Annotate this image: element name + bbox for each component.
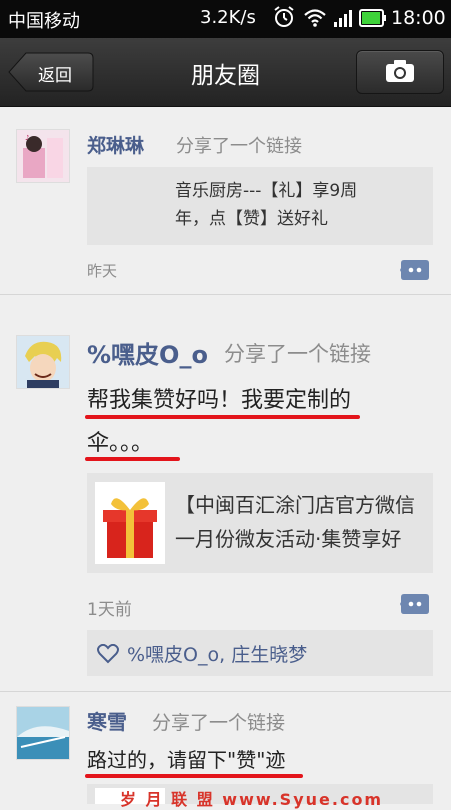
link-card[interactable]: 【中闽百汇涂门店官方微信 一月份微友活动·集赞享好 [87,473,433,573]
post-author[interactable]: 郑琳琳 [87,131,144,158]
link-title-line-2: 年，点【赞】送好礼 [175,209,328,229]
alarm-icon [274,6,294,27]
post-text-line-2: 伞。。。 [87,431,154,456]
camera-button[interactable] [356,50,444,94]
post-action: 分享了一个链接 [152,712,286,734]
heart-icon [97,644,119,664]
comment-icon[interactable] [400,593,430,615]
post-action: 分享了一个链接 [224,342,371,366]
carrier-label: 中国移动 [8,11,80,32]
watermark: 岁 月 联 盟 www.Syue.com [120,790,384,809]
avatar[interactable] [16,706,70,760]
link-title-line-1: 【中闽百汇涂门店官方微信 [175,493,415,517]
link-title-line-2: 一月份微友活动·集赞享好 [175,527,402,551]
nav-bar: 返回 朋友圈 [0,38,451,107]
likes-names[interactable]: %嘿皮O_o, 庄生晓梦 [127,640,307,667]
post-author[interactable]: %嘿皮O_o [87,335,208,370]
gift-thumbnail [95,482,165,564]
highlight-underline [85,415,360,419]
highlight-underline [85,457,180,461]
feed-post: %嘿皮O_o 分享了一个链接 帮我集赞好吗！我要定制的 伞。。。 【中闽百汇涂门… [0,295,451,690]
avatar[interactable] [16,335,70,389]
svg-text:♪: ♪ [25,134,29,142]
link-card[interactable]: 音乐厨房---【礼】享9周 年，点【赞】送好礼 [87,167,433,245]
post-text-line-1: 帮我集赞好吗！我要定制的 [87,388,352,413]
post-time: 昨天 [87,262,118,280]
camera-icon [386,60,414,82]
avatar-image: ♪ [17,130,69,182]
post-author[interactable]: 寒雪 [87,706,127,735]
battery-icon [359,9,386,27]
feed-post: ♪ 郑琳琳 分享了一个链接 音乐厨房---【礼】享9周 年，点【赞】送好礼 昨天 [0,107,451,295]
avatar-image [17,336,69,388]
comment-icon[interactable] [400,259,430,281]
post-text-line-1: 路过的，请留下"赞"迹 [87,748,286,772]
highlight-underline [85,774,303,778]
avatar[interactable]: ♪ [16,129,70,183]
signal-icon [334,10,352,27]
post-action: 分享了一个链接 [176,136,302,157]
likes-section: %嘿皮O_o, 庄生晓梦 [87,630,433,676]
network-speed: 3.2K/s [200,7,256,28]
avatar-image [17,707,69,759]
clock: 18:00 [391,7,446,29]
status-bar: 中国移动 3.2K/s 18:00 [0,0,451,38]
wifi-icon [304,9,326,27]
link-title-line-1: 音乐厨房---【礼】享9周 [175,181,358,201]
post-time: 1天前 [87,600,132,620]
